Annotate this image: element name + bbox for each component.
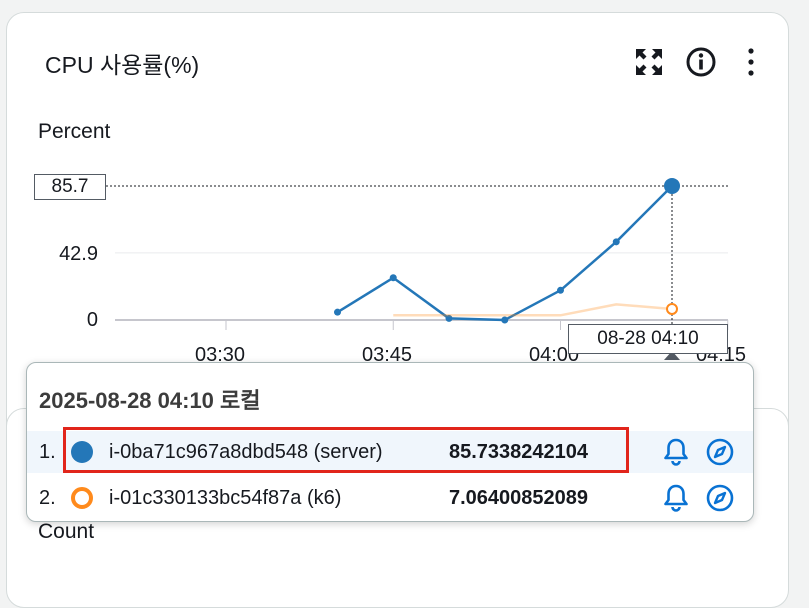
data-point-0-5 <box>612 238 620 246</box>
data-point-0-3 <box>501 316 509 324</box>
data-point-0-6 <box>664 177 680 194</box>
selection-highlight-box <box>63 427 629 473</box>
series-marker-hollow-icon <box>71 487 93 509</box>
y-tick-0: 0 <box>86 309 98 331</box>
x-highlight-label: 08-28 04:10 <box>568 324 728 354</box>
chart-tooltip: 2025-08-28 04:10 로컬 1. i-0ba71c967a8dbd5… <box>26 362 754 522</box>
compass-icon[interactable] <box>705 483 735 513</box>
row-index: 2. <box>39 487 56 509</box>
bell-icon[interactable] <box>661 437 691 467</box>
compass-icon[interactable] <box>705 437 735 467</box>
tooltip-row-k6[interactable]: 2. i-01c330133bc54f87a (k6) 7.0640085208… <box>27 477 753 519</box>
y-tick-42.9: 42.9 <box>59 243 98 265</box>
y-highlight-label: 85.7 <box>34 174 106 200</box>
series-name: i-01c330133bc54f87a (k6) <box>109 487 342 509</box>
bell-icon[interactable] <box>661 483 691 513</box>
data-point-0-1 <box>389 274 397 282</box>
next-widget-y-label: Count <box>38 520 95 543</box>
tooltip-title: 2025-08-28 04:10 로컬 <box>39 388 261 413</box>
tooltip-row-server[interactable]: 1. i-0ba71c967a8dbd548 (server) 85.73382… <box>27 427 753 473</box>
row-index: 1. <box>39 441 56 463</box>
data-point-0-0 <box>334 308 341 316</box>
series-value: 7.06400852089 <box>449 487 589 509</box>
data-point-0-4 <box>557 286 564 294</box>
data-point-1-6 <box>666 302 678 315</box>
